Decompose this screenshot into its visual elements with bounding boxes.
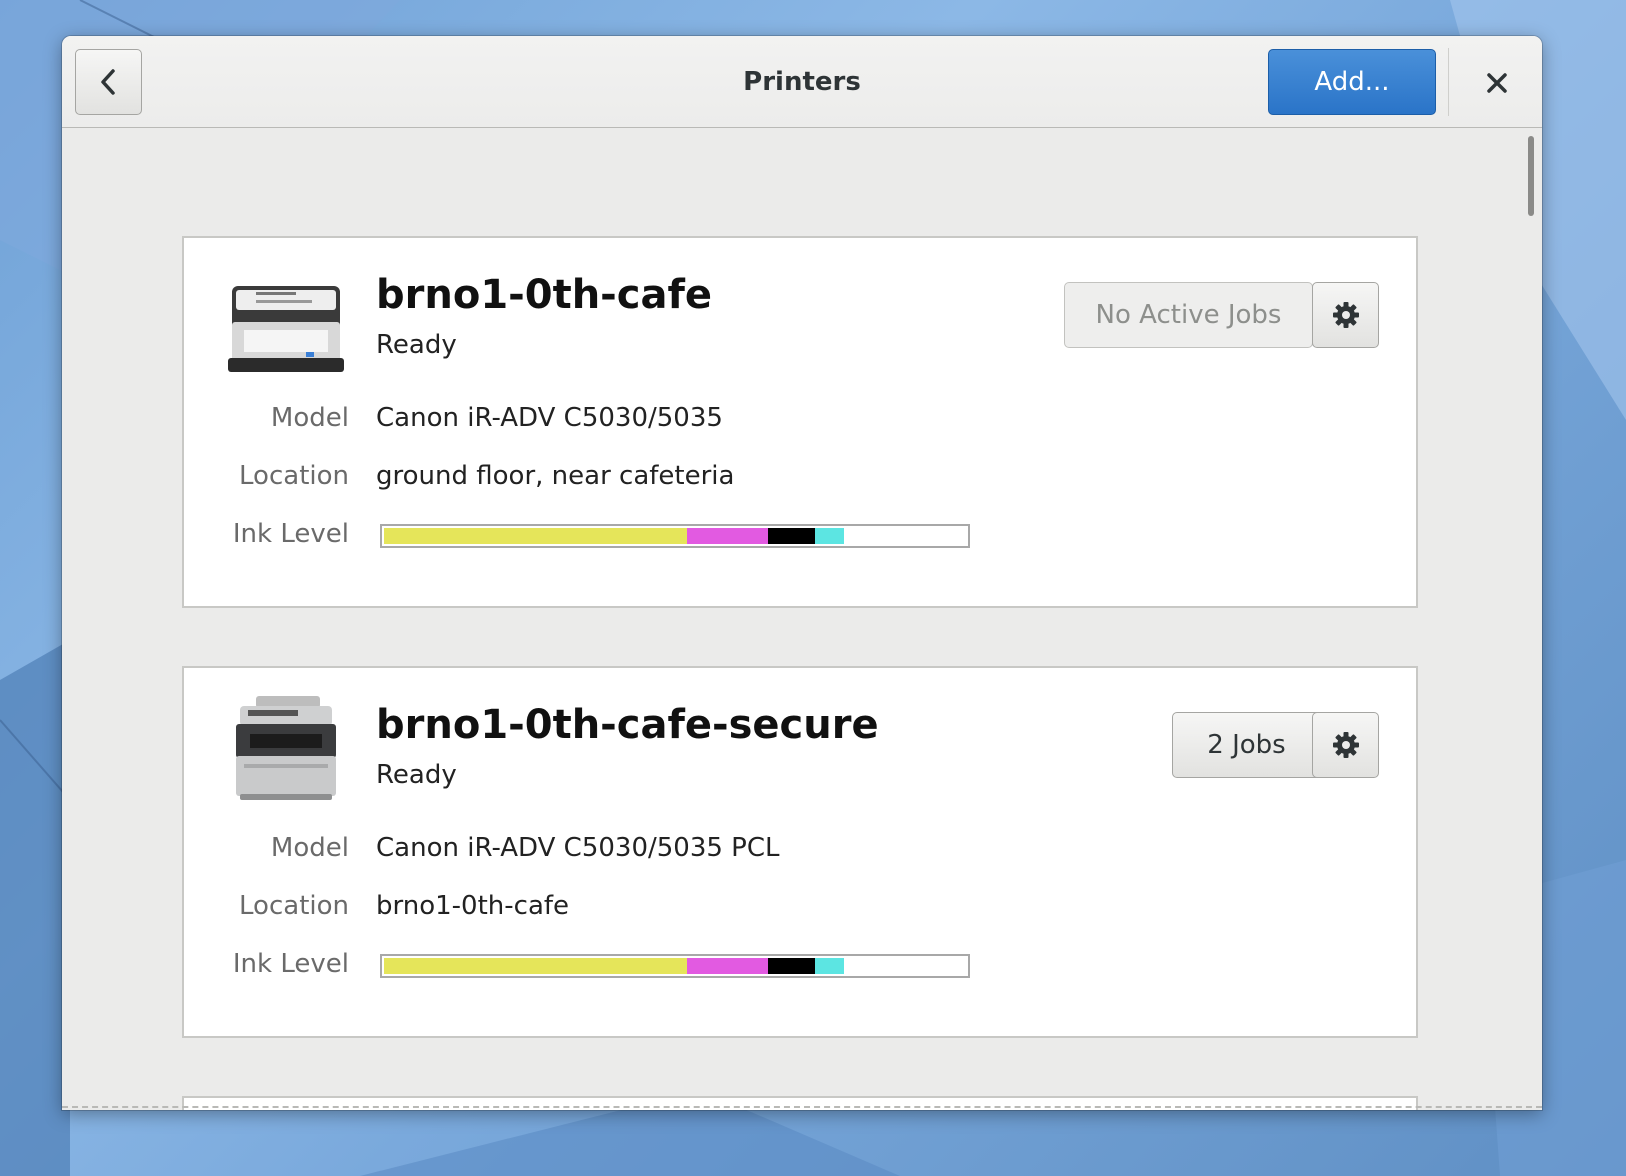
ink-level-segment <box>768 958 815 974</box>
gear-icon <box>1332 302 1359 328</box>
printer-name: brno1-0th-cafe-secure <box>376 702 879 748</box>
close-icon <box>1487 73 1507 93</box>
ink-level-segment <box>815 528 844 544</box>
header-bar: Printers Add... <box>62 36 1542 128</box>
model-value: Canon iR-ADV C5030/5035 PCL <box>376 833 780 863</box>
location-value: brno1-0th-cafe <box>376 891 570 921</box>
printer-card: brno1-0th-cafe-secure Ready 2 Jobs Model… <box>182 666 1418 1038</box>
header-separator <box>1448 48 1449 116</box>
ink-level-segment <box>768 528 815 544</box>
printer-list: brno1-0th-cafe Ready No Active Jobs Mode… <box>62 128 1542 1110</box>
printer-icon <box>236 696 336 800</box>
printer-status: Ready <box>376 330 457 360</box>
window-bottom-edge <box>62 1106 1542 1108</box>
ink-level-label: Ink Level <box>232 519 349 549</box>
jobs-button[interactable]: No Active Jobs <box>1064 282 1313 348</box>
ink-level-segment <box>815 958 844 974</box>
printer-card: brno1-0th-cafe Ready No Active Jobs Mode… <box>182 236 1418 608</box>
back-button[interactable] <box>75 49 142 115</box>
printer-name: brno1-0th-cafe <box>376 272 713 318</box>
location-label: Location <box>239 891 349 921</box>
ink-level-segment <box>687 958 768 974</box>
printers-window: Printers Add... brno1-0th-cafe Ready No … <box>62 36 1542 1110</box>
add-printer-button[interactable]: Add... <box>1268 49 1436 115</box>
printer-settings-button[interactable] <box>1312 282 1379 348</box>
ink-level-label: Ink Level <box>232 949 349 979</box>
ink-level-bar <box>380 524 970 548</box>
printer-icon <box>228 286 344 372</box>
jobs-button[interactable]: 2 Jobs <box>1172 712 1321 778</box>
ink-level-segment <box>384 528 687 544</box>
ink-level-segment <box>687 528 768 544</box>
chevron-left-icon <box>100 69 115 95</box>
printer-status: Ready <box>376 760 457 790</box>
location-value: ground floor, near cafeteria <box>376 461 735 491</box>
model-label: Model <box>270 833 349 863</box>
ink-level-bar <box>380 954 970 978</box>
printer-settings-button[interactable] <box>1312 712 1379 778</box>
close-button[interactable] <box>1472 58 1522 108</box>
location-label: Location <box>239 461 349 491</box>
ink-level-segment <box>384 958 687 974</box>
model-label: Model <box>270 403 349 433</box>
scrollbar[interactable] <box>1528 136 1534 216</box>
gear-icon <box>1332 732 1359 758</box>
model-value: Canon iR-ADV C5030/5035 <box>376 403 723 433</box>
